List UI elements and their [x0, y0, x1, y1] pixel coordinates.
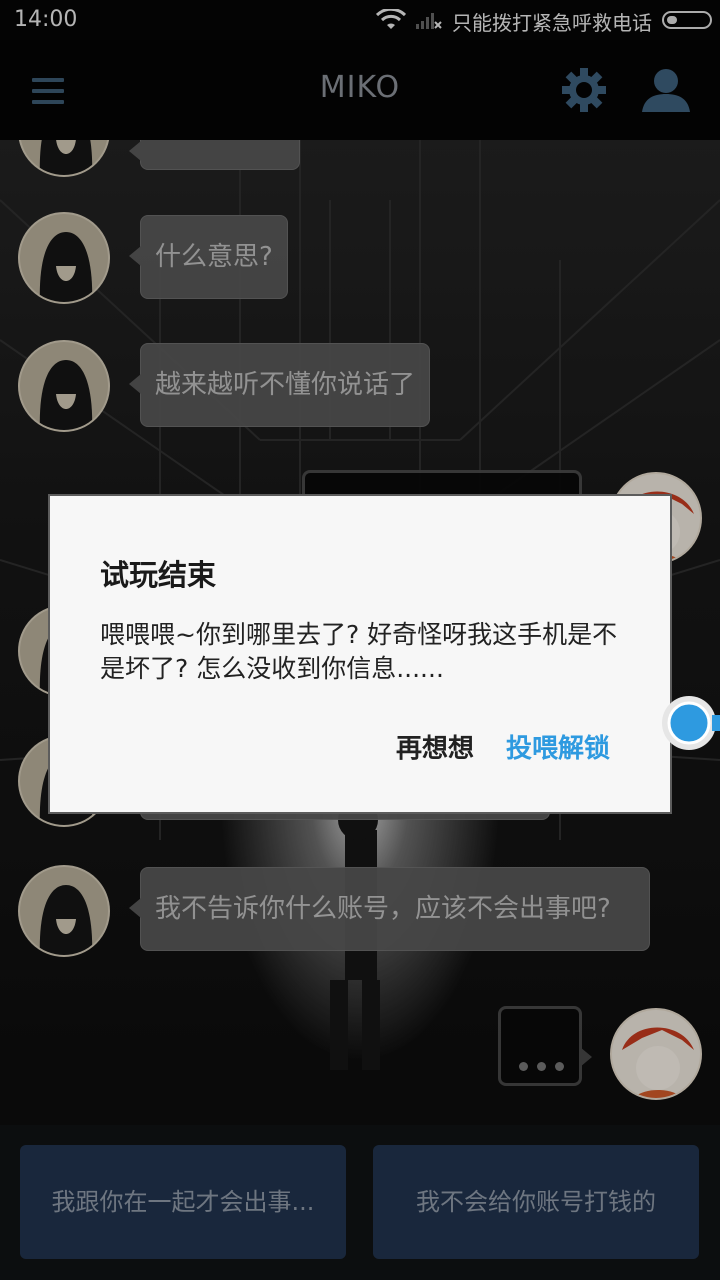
feed-unlock-button[interactable]: 投喂解锁	[506, 728, 610, 765]
dialog-title: 试玩结束	[100, 558, 217, 592]
floating-ball-icon[interactable]	[656, 694, 720, 752]
dialog-message: 喂喂喂~你到哪里去了? 好奇怪呀我这手机是不是坏了? 怎么没收到你信息.....…	[100, 620, 618, 683]
trial-end-dialog: 试玩结束 喂喂喂~你到哪里去了? 好奇怪呀我这手机是不是坏了? 怎么没收到你信息…	[48, 494, 672, 814]
think-again-button[interactable]: 再想想	[396, 728, 474, 765]
